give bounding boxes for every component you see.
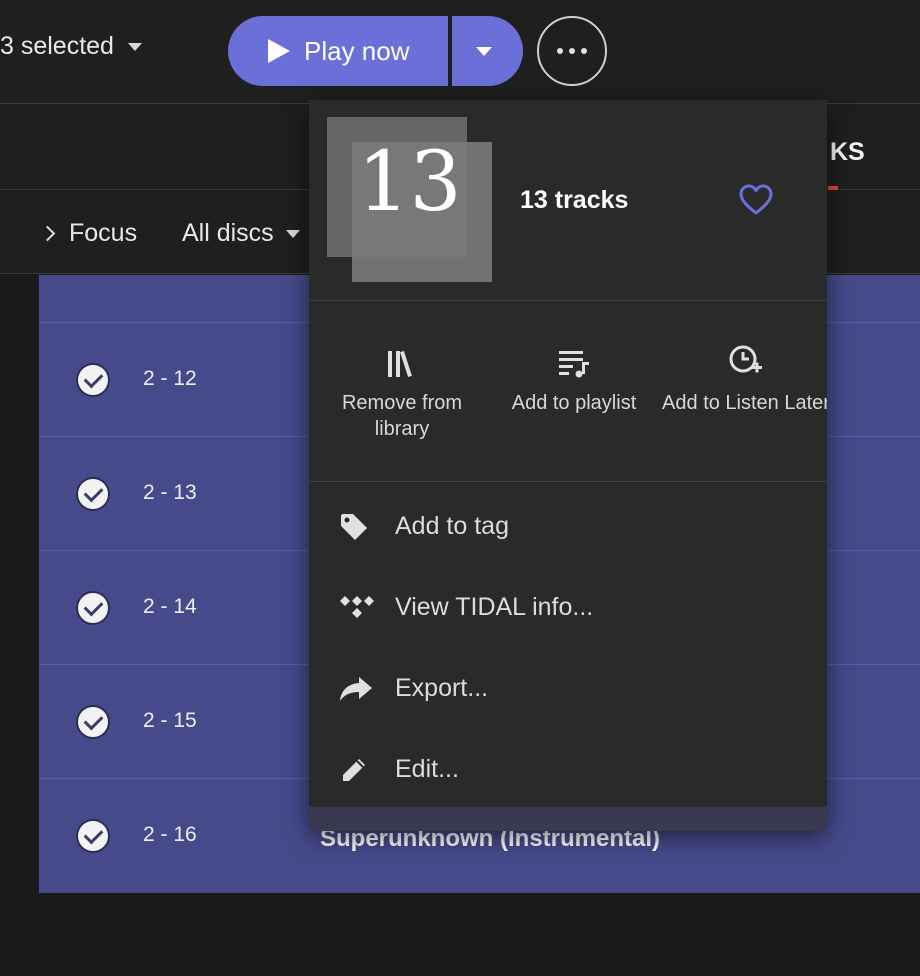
pencil-icon xyxy=(309,755,395,785)
play-button-group: Play now xyxy=(228,16,523,86)
checkmark-icon[interactable] xyxy=(76,363,110,397)
track-number: 2 - 14 xyxy=(143,595,197,618)
discs-label: All discs xyxy=(182,219,274,247)
popup-header: 13 13 tracks xyxy=(309,100,827,301)
checkmark-icon[interactable] xyxy=(76,705,110,739)
focus-label: Focus xyxy=(69,219,138,247)
track-count-art: 13 xyxy=(357,135,462,230)
popup-footer xyxy=(309,807,827,831)
track-number: 2 - 13 xyxy=(143,481,197,504)
heart-icon[interactable] xyxy=(739,184,773,216)
chevron-down-icon xyxy=(127,42,142,51)
active-tab-indicator xyxy=(828,186,838,190)
checkmark-icon[interactable] xyxy=(76,591,110,625)
popup-title: 13 tracks xyxy=(520,186,629,214)
checkmark-icon[interactable] xyxy=(76,819,110,853)
add-to-playlist-button[interactable]: Add to playlist xyxy=(488,342,660,416)
add-to-tag-label: Add to tag xyxy=(395,512,509,540)
play-now-label: Play now xyxy=(304,35,410,66)
view-tidal-info-label: View TIDAL info... xyxy=(395,593,594,621)
checkmark-icon[interactable] xyxy=(76,477,110,511)
context-menu-popup: 13 13 tracks Remove from library Add to … xyxy=(309,100,827,831)
play-now-button[interactable]: Play now xyxy=(228,16,448,86)
export-label: Export... xyxy=(395,674,489,702)
edit-menu-item[interactable]: Edit... xyxy=(309,729,827,810)
export-menu-item[interactable]: Export... xyxy=(309,648,827,729)
bottom-section xyxy=(0,893,920,976)
tidal-logo-icon xyxy=(309,595,395,621)
focus-toggle[interactable]: Focus xyxy=(39,219,138,248)
tag-icon xyxy=(309,512,395,542)
track-number: 2 - 12 xyxy=(143,367,197,390)
chevron-down-icon xyxy=(285,229,300,238)
track-number: 2 - 15 xyxy=(143,709,197,732)
remove-from-library-button[interactable]: Remove from library xyxy=(316,342,488,442)
track-number: 2 - 16 xyxy=(143,823,197,846)
add-to-listen-later-button[interactable]: Add to Listen Later xyxy=(660,342,827,416)
remove-from-library-label: Remove from library xyxy=(341,392,463,440)
tab-tracks[interactable]: KS xyxy=(830,138,865,167)
edit-label: Edit... xyxy=(395,755,459,783)
play-options-dropdown-button[interactable] xyxy=(452,16,523,86)
view-tidal-info-menu-item[interactable]: View TIDAL info... xyxy=(309,567,827,648)
popup-actions: Remove from library Add to playlist Add … xyxy=(309,302,827,482)
ellipsis-icon xyxy=(557,48,563,54)
top-toolbar: 3 selected Play now xyxy=(0,0,920,104)
share-arrow-icon xyxy=(309,676,395,702)
add-to-tag-menu-item[interactable]: Add to tag xyxy=(309,486,827,567)
play-icon xyxy=(268,39,290,63)
selection-dropdown[interactable]: 3 selected xyxy=(0,32,142,61)
more-options-button[interactable] xyxy=(537,16,607,86)
selection-label: 3 selected xyxy=(0,32,114,60)
playlist-add-icon xyxy=(488,342,660,378)
chevron-down-icon xyxy=(475,46,492,56)
discs-dropdown[interactable]: All discs xyxy=(182,219,300,248)
chevron-right-icon xyxy=(39,225,56,242)
library-icon xyxy=(316,342,488,378)
clock-add-icon xyxy=(660,342,827,378)
add-to-playlist-label: Add to playlist xyxy=(511,392,637,414)
add-to-listen-later-label: Add to Listen Later xyxy=(662,392,827,414)
